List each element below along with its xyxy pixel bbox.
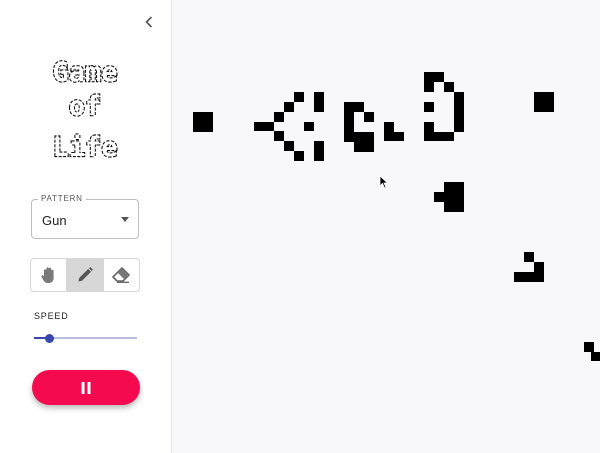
cell (254, 122, 274, 131)
cell (314, 92, 324, 112)
cell (424, 122, 434, 141)
cell (534, 262, 544, 272)
collapse-sidebar-button[interactable] (140, 12, 158, 32)
pencil-icon (78, 267, 93, 282)
cell (193, 112, 213, 132)
cell (434, 192, 454, 202)
hand-icon (41, 267, 54, 283)
cell (394, 132, 404, 141)
chevron-left-icon (145, 16, 153, 28)
pattern-value: Gun (42, 213, 67, 228)
cell (444, 202, 454, 212)
pan-tool-button[interactable] (31, 259, 68, 291)
logo-line-2: of (69, 91, 102, 122)
cell (424, 102, 434, 112)
cell (424, 72, 444, 82)
logo-line-1: Game (52, 57, 117, 88)
mouse-pointer-icon (379, 175, 389, 189)
cell (354, 102, 364, 112)
cell (454, 122, 464, 132)
cell (584, 342, 594, 352)
pattern-select[interactable]: PATTERN Gun (31, 194, 139, 239)
speed-slider[interactable] (34, 331, 137, 345)
game-of-life-logo: Game of Life (51, 56, 118, 164)
tool-toggle-group (30, 258, 140, 292)
cell (304, 122, 314, 131)
cell (454, 92, 464, 122)
cell (444, 82, 454, 92)
pause-button[interactable] (32, 370, 140, 405)
cell (534, 92, 554, 112)
eraser-icon (112, 267, 131, 283)
erase-tool-button[interactable] (104, 259, 139, 291)
pattern-label: PATTERN (38, 194, 86, 203)
cell (364, 112, 374, 122)
cell (591, 352, 600, 361)
pause-icon (81, 381, 91, 394)
cell (344, 102, 354, 142)
draw-tool-button[interactable] (67, 259, 104, 291)
cell (284, 141, 294, 151)
cell (274, 131, 284, 141)
cell (294, 92, 304, 102)
cell (424, 82, 434, 92)
sidebar: Game of Life PATTERN Gun SPEED (0, 0, 172, 453)
cell (284, 102, 294, 112)
life-board[interactable] (173, 0, 600, 453)
cell (294, 151, 304, 161)
cell (354, 132, 374, 152)
cell (274, 112, 284, 122)
cell (444, 182, 454, 192)
cell (514, 272, 544, 282)
cell (434, 132, 454, 141)
dropdown-arrow-icon (121, 217, 129, 222)
speed-label: SPEED (34, 311, 69, 321)
cell (524, 252, 534, 262)
cell (314, 141, 324, 161)
slider-thumb[interactable] (45, 334, 54, 343)
cell (384, 122, 394, 141)
logo-line-3: Life (52, 132, 117, 163)
cell (454, 182, 464, 212)
